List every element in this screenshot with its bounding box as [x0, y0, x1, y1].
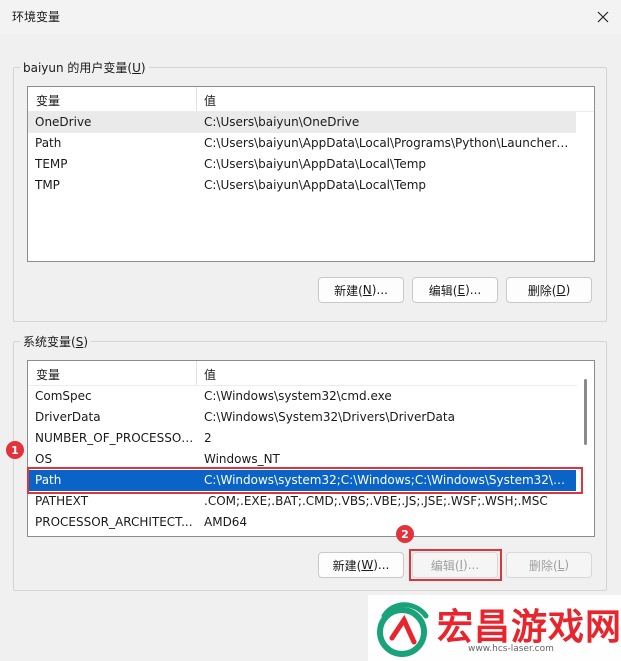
- highlight-box-path-row: [27, 467, 583, 494]
- table-row[interactable]: PATHEXT .COM;.EXE;.BAT;.CMD;.VBS;.VBE;.J…: [28, 491, 576, 512]
- variable-value: C:\Users\baiyun\OneDrive: [204, 115, 360, 129]
- variable-name: Path: [35, 136, 62, 150]
- close-icon: [597, 11, 609, 23]
- vertical-scrollbar[interactable]: [577, 361, 594, 536]
- column-header-variable[interactable]: 变量: [36, 92, 60, 109]
- system-new-button[interactable]: 新建(W)...: [318, 552, 404, 578]
- user-vars-group-label: baiyun 的用户变量(U): [20, 59, 149, 76]
- column-header-value[interactable]: 值: [204, 366, 216, 383]
- table-row[interactable]: DriverData C:\Windows\System32\Drivers\D…: [28, 407, 576, 428]
- variable-value: .COM;.EXE;.BAT;.CMD;.VBS;.VBE;.JS;.JSE;.…: [204, 494, 548, 508]
- user-delete-button[interactable]: 删除(D): [506, 277, 592, 303]
- column-divider: [196, 361, 197, 385]
- system-delete-button[interactable]: 删除(L): [506, 552, 592, 578]
- user-vars-list[interactable]: 变量 值 OneDrive C:\Users\baiyun\OneDrive P…: [27, 86, 595, 262]
- table-row[interactable]: TMP C:\Users\baiyun\AppData\Local\Temp: [28, 175, 576, 196]
- variable-name: ComSpec: [35, 389, 92, 403]
- highlight-box-edit-button: [409, 549, 502, 581]
- table-row[interactable]: NUMBER_OF_PROCESSORS 2: [28, 428, 576, 449]
- title-bar: 环境变量: [0, 0, 621, 34]
- variable-name: DriverData: [35, 410, 101, 424]
- table-row[interactable]: OneDrive C:\Users\baiyun\OneDrive: [28, 112, 576, 133]
- list-header: 变量 值: [28, 87, 594, 112]
- close-button[interactable]: [590, 4, 616, 30]
- variable-name: PATHEXT: [35, 494, 89, 508]
- variable-value: C:\Windows\system32\cmd.exe: [204, 389, 392, 403]
- scrollbar-thumb[interactable]: [584, 379, 587, 445]
- variable-value: C:\Windows\System32\Drivers\DriverData: [204, 410, 455, 424]
- table-row[interactable]: Path C:\Users\baiyun\AppData\Local\Progr…: [28, 133, 576, 154]
- column-header-value[interactable]: 值: [204, 92, 216, 109]
- list-header: 变量 值: [28, 361, 594, 386]
- table-row[interactable]: PROCESSOR_ARCHITECT... AMD64: [28, 512, 576, 533]
- variable-name: TMP: [35, 178, 60, 192]
- system-vars-group-label: 系统变量(S): [20, 333, 91, 350]
- window-title: 环境变量: [12, 10, 61, 24]
- variable-name: OS: [35, 452, 53, 466]
- user-edit-button[interactable]: 编辑(E)...: [412, 277, 498, 303]
- variable-value: AMD64: [204, 515, 248, 529]
- variable-name: OneDrive: [35, 115, 92, 129]
- watermark-logo-icon: [377, 602, 429, 657]
- variable-name: PROCESSOR_ARCHITECT...: [35, 515, 193, 529]
- system-vars-list[interactable]: 变量 值 ComSpec C:\Windows\system32\cmd.exe…: [27, 360, 595, 537]
- watermark-url: www.hcs-laser.com: [468, 644, 554, 654]
- user-new-button[interactable]: 新建(N)...: [318, 277, 404, 303]
- watermark-title: 宏昌游戏网: [437, 607, 621, 648]
- step-badge-2: 2: [396, 525, 414, 543]
- table-row[interactable]: ComSpec C:\Windows\system32\cmd.exe: [28, 386, 576, 407]
- variable-value: C:\Users\baiyun\AppData\Local\Programs\P…: [204, 136, 570, 150]
- variable-value: C:\Users\baiyun\AppData\Local\Temp: [204, 157, 427, 171]
- variable-value: C:\Users\baiyun\AppData\Local\Temp: [204, 178, 427, 192]
- step-badge-1: 1: [6, 441, 24, 459]
- column-divider: [196, 87, 197, 111]
- variable-name: TEMP: [35, 157, 68, 171]
- column-header-variable[interactable]: 变量: [36, 366, 60, 383]
- table-row[interactable]: TEMP C:\Users\baiyun\AppData\Local\Temp: [28, 154, 576, 175]
- variable-value: Windows_NT: [204, 452, 280, 466]
- variable-name: NUMBER_OF_PROCESSORS: [35, 431, 197, 445]
- variable-value: 2: [204, 431, 212, 445]
